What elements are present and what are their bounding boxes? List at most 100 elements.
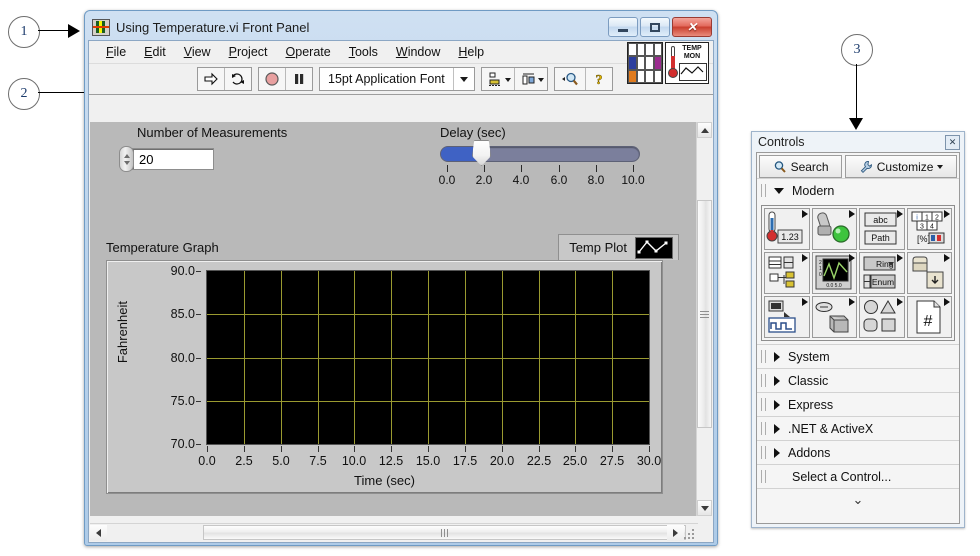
submenu-arrow-icon[interactable]: [849, 298, 855, 306]
context-help-button[interactable]: ?: [585, 68, 612, 90]
palette-search-button[interactable]: Search: [759, 155, 843, 178]
palette-close-icon[interactable]: ✕: [945, 134, 960, 150]
decorations-palette-icon[interactable]: [859, 296, 905, 338]
menu-project[interactable]: Project: [220, 43, 277, 61]
submenu-arrow-icon[interactable]: [896, 298, 903, 306]
palette-category-system[interactable]: System: [757, 344, 959, 368]
palette-expand-button[interactable]: ⌄: [757, 488, 959, 509]
palette-category-modern[interactable]: Modern: [757, 178, 959, 202]
palette-customize-button[interactable]: Customize: [845, 155, 957, 178]
font-dropdown-arrow[interactable]: [452, 68, 474, 90]
scroll-down-button[interactable]: [697, 500, 712, 516]
front-panel-canvas[interactable]: Number of Measurements 20 Delay (sec) 0.…: [90, 122, 698, 516]
delay-slider-control[interactable]: 0.0 2.0 4.0 6.0 8.0 10.0: [439, 140, 650, 187]
pause-button[interactable]: [286, 68, 312, 90]
palette-title: Controls: [758, 135, 805, 149]
num-measurements-control[interactable]: 20: [119, 146, 214, 172]
chevron-right-icon[interactable]: [774, 399, 780, 410]
boolean-palette-icon[interactable]: [811, 208, 857, 250]
list-table-tree-palette-icon[interactable]: [764, 252, 810, 294]
panel-horizontal-scrollbar[interactable]: [90, 523, 698, 541]
submenu-arrow-icon[interactable]: [944, 254, 950, 262]
delay-slider-track[interactable]: [440, 146, 640, 162]
horizontal-thumb-grip: [441, 528, 448, 537]
plot-style-icon[interactable]: [635, 236, 673, 259]
scroll-right-button[interactable]: [667, 525, 684, 541]
scroll-up-button[interactable]: [697, 122, 712, 138]
submenu-arrow-icon[interactable]: [801, 298, 808, 306]
panel-vertical-scrollbar[interactable]: [696, 122, 712, 516]
plot-area[interactable]: [206, 270, 650, 445]
chevron-right-icon[interactable]: [774, 351, 780, 362]
io-palette-icon[interactable]: [764, 296, 810, 338]
menu-file[interactable]: File: [97, 43, 135, 61]
connector-pane-icon[interactable]: [627, 42, 663, 84]
menu-help[interactable]: Help: [449, 43, 493, 61]
palette-titlebar[interactable]: Controls ✕: [752, 132, 964, 152]
variant-class-palette-icon[interactable]: #: [906, 296, 952, 338]
menu-window[interactable]: Window: [387, 43, 449, 61]
palette-category-addons[interactable]: Addons: [757, 440, 959, 464]
menu-view[interactable]: View: [175, 43, 220, 61]
chevron-right-icon[interactable]: [774, 423, 780, 434]
minimize-button[interactable]: [608, 17, 638, 37]
palette-category-classic[interactable]: Classic: [757, 368, 959, 392]
num-measurements-stepper[interactable]: [119, 146, 134, 172]
chevron-right-icon[interactable]: [774, 447, 780, 458]
string-path-palette-icon[interactable]: abc Path: [859, 208, 905, 250]
menu-operate[interactable]: Operate: [277, 43, 340, 61]
decrement-icon[interactable]: [123, 160, 130, 165]
callout-1-label: 1: [20, 24, 28, 39]
submenu-arrow-icon[interactable]: [849, 210, 855, 218]
category-grip: [761, 446, 766, 459]
close-button[interactable]: ✕: [672, 17, 712, 37]
ring-enum-palette-icon[interactable]: Ring Enum: [859, 252, 905, 294]
submenu-arrow-icon[interactable]: [896, 210, 903, 218]
chevron-down-icon[interactable]: [774, 187, 784, 194]
submenu-arrow-icon[interactable]: [801, 254, 808, 262]
graph-legend[interactable]: Temp Plot: [558, 234, 679, 260]
run-continuously-button[interactable]: [225, 68, 251, 90]
num-measurements-input[interactable]: 20: [132, 148, 214, 170]
chevron-right-icon[interactable]: [774, 375, 780, 386]
customize-dropdown-arrow[interactable]: [937, 164, 944, 169]
menu-tools[interactable]: Tools: [340, 43, 387, 61]
graph-palette-icon[interactable]: 2 1 0 0.0 5.0: [811, 252, 857, 294]
delay-slider-thumb[interactable]: [472, 140, 491, 166]
palette-select-a-control[interactable]: Select a Control...: [757, 464, 959, 488]
increment-icon[interactable]: [123, 153, 130, 158]
submenu-arrow-icon[interactable]: [849, 254, 855, 262]
array-matrix-cluster-palette-icon[interactable]: i 1 2 3 4 [%]: [906, 208, 952, 250]
menu-edit[interactable]: Edit: [135, 43, 175, 61]
x-tick-label: 0.0: [198, 454, 216, 468]
submenu-arrow-icon[interactable]: [944, 298, 950, 306]
category-grip: [761, 184, 766, 197]
align-objects-button[interactable]: [481, 68, 515, 90]
callout-3: 3: [841, 34, 873, 66]
callout-1-leader: [38, 30, 70, 31]
svg-text:2: 2: [935, 215, 939, 222]
submenu-arrow-icon[interactable]: [896, 254, 903, 262]
vi-thumbnail-icon[interactable]: TEMP MON: [665, 42, 709, 84]
refnum-palette-icon[interactable]: [811, 296, 857, 338]
y-tick-mark: [196, 401, 201, 402]
palette-select-a-control-label: Select a Control...: [792, 469, 892, 484]
horizontal-scroll-thumb[interactable]: [203, 525, 686, 540]
containers-palette-icon[interactable]: [906, 252, 952, 294]
temperature-graph[interactable]: Fahrenheit 90.0 85.0 80.0 75.0 70.0 0.0 2.5 5.…: [106, 260, 663, 494]
window-titlebar[interactable]: Using Temperature.vi Front Panel ✕: [88, 14, 714, 40]
palette-category-net-activex[interactable]: .NET & ActiveX: [757, 416, 959, 440]
vertical-scroll-thumb[interactable]: [697, 200, 712, 428]
numeric-palette-icon[interactable]: 1.23: [764, 208, 810, 250]
run-button[interactable]: [198, 68, 225, 90]
font-selector[interactable]: 15pt Application Font: [319, 67, 475, 91]
maximize-button[interactable]: [640, 17, 670, 37]
submenu-arrow-icon[interactable]: [801, 210, 808, 218]
search-button[interactable]: [554, 68, 586, 90]
abort-execution-button[interactable]: [259, 68, 286, 90]
window-resize-grip[interactable]: [684, 527, 696, 539]
scroll-left-button[interactable]: [90, 524, 107, 541]
distribute-objects-button[interactable]: [514, 68, 547, 90]
submenu-arrow-icon[interactable]: [944, 210, 950, 218]
palette-category-express[interactable]: Express: [757, 392, 959, 416]
